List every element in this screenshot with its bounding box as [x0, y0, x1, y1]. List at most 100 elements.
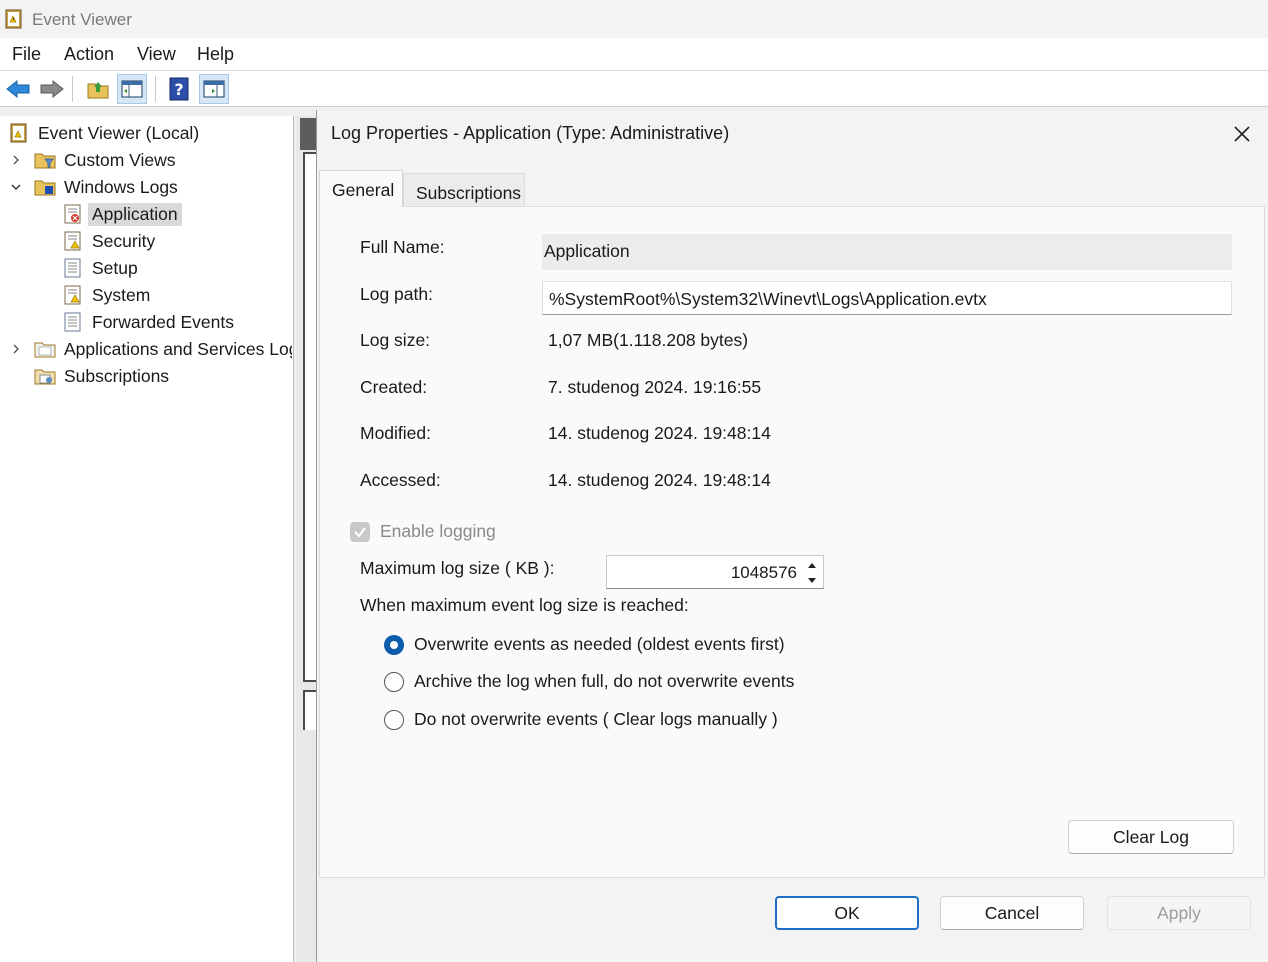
spin-down-button[interactable]	[804, 573, 820, 587]
up-one-level-button[interactable]	[83, 74, 113, 104]
chevron-right-icon[interactable]	[10, 154, 22, 166]
tree-item-applications-and-services-logs[interactable]: Applications and Services Logs	[34, 336, 292, 362]
menu-action[interactable]: Action	[64, 44, 114, 65]
tab-subscriptions[interactable]: Subscriptions	[403, 173, 525, 206]
log-properties-dialog: Log Properties - Application (Type: Admi…	[316, 110, 1268, 962]
log-size-label: Log size:	[360, 330, 431, 350]
enable-logging-label: Enable logging	[380, 521, 496, 541]
radio-overwrite-as-needed[interactable]: Overwrite events as needed (oldest event…	[384, 634, 785, 655]
log-error-icon	[64, 204, 81, 224]
log-warning-icon	[64, 231, 81, 251]
log-size-value: 1,07 MB(1.118.208 bytes)	[548, 330, 749, 350]
svg-text:?: ?	[174, 80, 183, 99]
tree-label: Setup	[92, 257, 138, 278]
tree-label: Custom Views	[64, 149, 176, 170]
back-arrow-icon	[6, 79, 30, 99]
show-hide-action-pane-icon	[203, 80, 225, 98]
toolbar-separator	[155, 76, 156, 102]
tab-general[interactable]: General	[319, 170, 403, 207]
toolbar-separator	[72, 76, 73, 102]
show-hide-tree-button[interactable]	[117, 74, 147, 104]
folder-filter-icon	[34, 153, 56, 169]
created-value: 7. studenog 2024. 19:16:55	[548, 377, 762, 397]
event-viewer-app-icon	[5, 9, 22, 29]
tree-item-system[interactable]: System	[62, 282, 154, 308]
spin-up-button[interactable]	[804, 558, 820, 572]
menu-help[interactable]: Help	[197, 44, 234, 65]
full-name-value: Application	[544, 241, 630, 261]
show-hide-action-pane-button[interactable]	[199, 74, 229, 104]
tree-item-subscriptions[interactable]: Subscriptions	[34, 363, 173, 389]
chevron-down-icon[interactable]	[10, 181, 22, 193]
tree-label: Subscriptions	[64, 365, 170, 386]
event-viewer-icon	[10, 123, 27, 143]
folder-windows-icon	[34, 180, 56, 196]
accessed-value: 14. studenog 2024. 19:48:14	[548, 470, 771, 490]
menu-file[interactable]: File	[12, 44, 41, 65]
caret-down-icon	[808, 577, 816, 583]
window-titlebar: Event Viewer	[0, 0, 1268, 38]
tree-item-custom-views[interactable]: Custom Views	[34, 147, 180, 173]
up-folder-icon	[87, 82, 109, 99]
tree-item-forwarded-events[interactable]: Forwarded Events	[62, 309, 238, 335]
tree-item-event-viewer-local[interactable]: Event Viewer (Local)	[8, 120, 203, 146]
chevron-right-icon[interactable]	[10, 343, 22, 355]
tree-item-windows-logs[interactable]: Windows Logs	[34, 174, 182, 200]
max-log-size-spinner[interactable]: 1048576	[606, 555, 824, 589]
tree-label: Security	[92, 230, 156, 251]
general-tab-panel: Full Name: Application Log path: %System…	[319, 206, 1265, 878]
enable-logging-checkbox[interactable]: Enable logging	[350, 521, 496, 542]
tree-item-application[interactable]: Application	[62, 201, 182, 227]
tree-label: Forwarded Events	[92, 311, 235, 332]
close-button[interactable]	[1226, 120, 1258, 148]
ok-button[interactable]: OK	[775, 896, 919, 930]
close-icon	[1234, 126, 1250, 142]
forward-button[interactable]	[37, 74, 67, 104]
radio-label: Archive the log when full, do not overwr…	[414, 671, 795, 691]
radio-button-selected	[384, 634, 404, 655]
menu-view[interactable]: View	[137, 44, 176, 65]
checkmark-icon	[354, 526, 366, 538]
log-icon	[64, 312, 81, 332]
cancel-button[interactable]: Cancel	[940, 896, 1084, 930]
when-max-size-label: When maximum event log size is reached:	[360, 595, 689, 615]
created-label: Created:	[360, 377, 428, 397]
tree-item-setup[interactable]: Setup	[62, 255, 142, 281]
max-log-size-value: 1048576	[730, 563, 797, 582]
log-path-label: Log path:	[360, 284, 433, 304]
modified-value: 14. studenog 2024. 19:48:14	[548, 423, 771, 443]
radio-button	[384, 671, 404, 692]
tree-item-security[interactable]: Security	[62, 228, 159, 254]
clear-log-button[interactable]: Clear Log	[1068, 820, 1234, 854]
tree-label: Windows Logs	[64, 176, 178, 197]
log-icon	[64, 258, 81, 278]
checkbox-box	[350, 521, 370, 542]
help-icon: ?	[169, 77, 189, 101]
full-name-label: Full Name:	[360, 237, 445, 257]
window-title: Event Viewer	[32, 10, 132, 29]
tree-label: System	[92, 284, 151, 305]
radio-do-not-overwrite[interactable]: Do not overwrite events ( Clear logs man…	[384, 709, 778, 730]
menu-bar: File Action View Help	[0, 38, 1268, 71]
apply-button[interactable]: Apply	[1107, 896, 1251, 930]
tree-label: Event Viewer (Local)	[38, 122, 200, 143]
radio-button	[384, 709, 404, 730]
log-path-value: %SystemRoot%\System32\Winevt\Logs\Applic…	[549, 289, 987, 309]
tree-label: Application	[88, 202, 182, 226]
modified-label: Modified:	[360, 423, 432, 443]
toolbar: ?	[0, 71, 1268, 107]
radio-label: Do not overwrite events ( Clear logs man…	[414, 709, 778, 729]
tree-label: Applications and Services Logs	[64, 338, 292, 359]
help-button[interactable]: ?	[164, 74, 194, 104]
show-hide-tree-icon	[121, 80, 143, 98]
max-log-size-label: Maximum log size ( KB ):	[360, 558, 555, 578]
log-warning-icon	[64, 285, 81, 305]
radio-archive-when-full[interactable]: Archive the log when full, do not overwr…	[384, 671, 794, 692]
accessed-label: Accessed:	[360, 470, 441, 490]
full-name-field[interactable]: Application	[542, 234, 1232, 270]
back-button[interactable]	[3, 74, 33, 104]
log-path-field[interactable]: %SystemRoot%\System32\Winevt\Logs\Applic…	[542, 281, 1232, 315]
caret-up-icon	[808, 562, 816, 568]
navigation-tree: Event Viewer (Local) Custom Views Window…	[0, 116, 294, 962]
radio-label: Overwrite events as needed (oldest event…	[414, 634, 785, 654]
